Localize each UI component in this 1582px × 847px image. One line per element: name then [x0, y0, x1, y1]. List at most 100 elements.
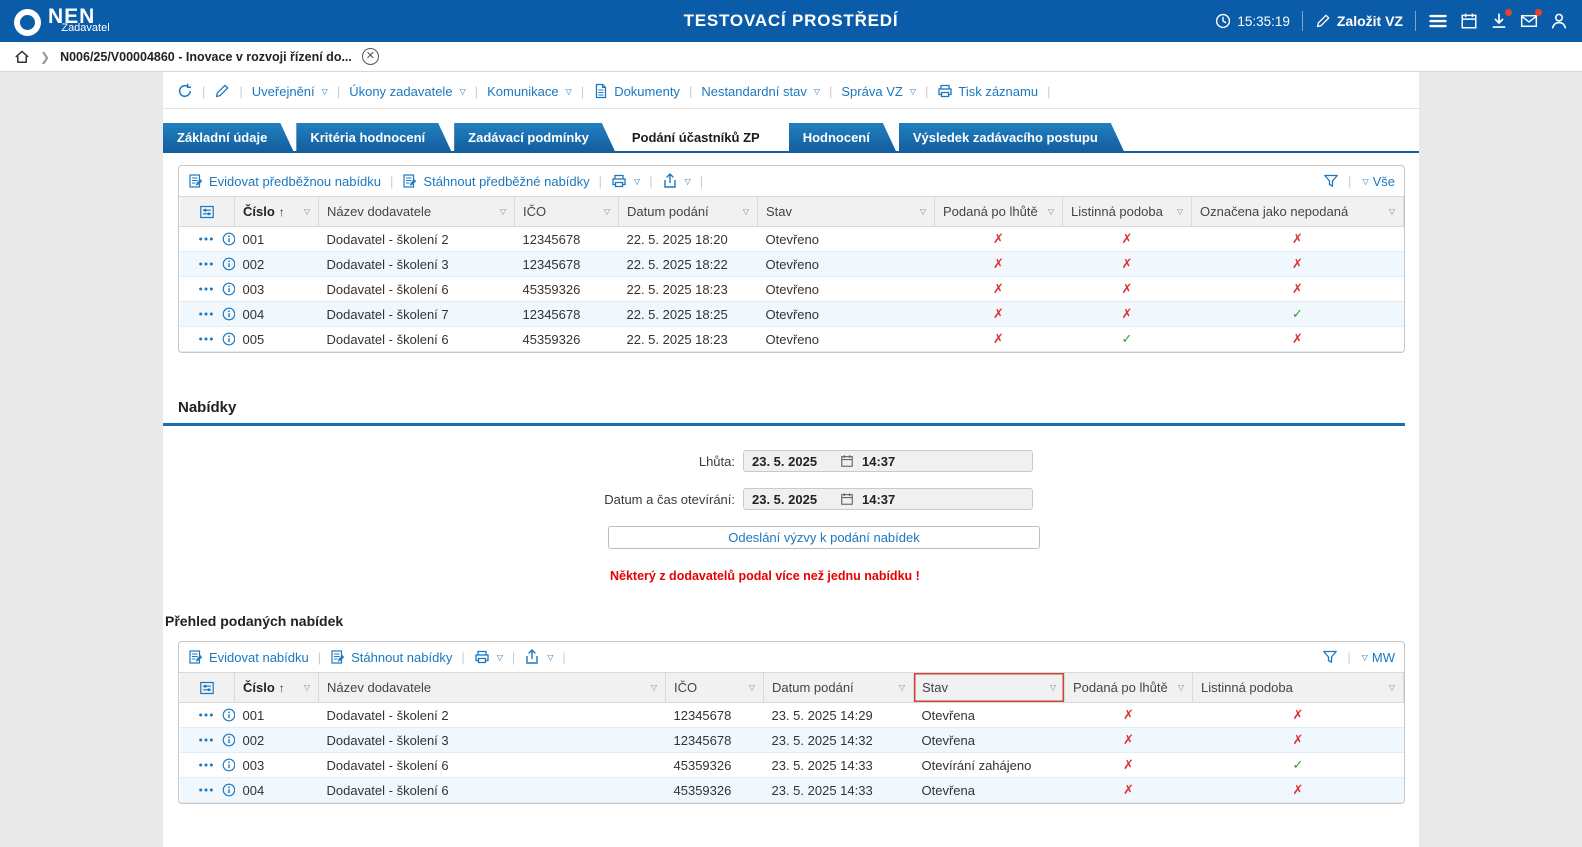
tab-kriteria-hodnoceni[interactable]: Kritéria hodnocení [296, 123, 451, 151]
header-datum-podani[interactable]: Datum podání▽ [619, 197, 758, 227]
odeslani-vyzvy-button[interactable]: Odeslání výzvy k podání nabídek [608, 526, 1040, 549]
header-nazev-dodavatele[interactable]: Název dodavatele▽ [319, 673, 666, 703]
table-row[interactable]: 003 Dodavatel - školení 6 45359326 22. 5… [180, 277, 1404, 302]
export-menu-button[interactable]: ▽ [662, 173, 691, 189]
filter-caret-icon[interactable]: ▽ [1385, 683, 1395, 692]
stahnout-predbezne-nabidky-button[interactable]: Stáhnout předběžné nabídky [402, 173, 589, 189]
lhuta-time-input[interactable]: 14:37 [862, 454, 895, 469]
export-menu-button[interactable]: ▽ [524, 649, 553, 665]
home-icon[interactable] [14, 49, 30, 65]
menu-nestandardni-stav[interactable]: Nestandardní stav▽ [701, 84, 820, 99]
filter-caret-icon[interactable]: ▽ [600, 207, 610, 216]
table-row[interactable]: 004 Dodavatel - školení 6 45359326 23. 5… [180, 778, 1404, 803]
edit-record-icon[interactable] [214, 83, 230, 99]
print-menu-button[interactable]: ▽ [611, 173, 640, 189]
tab-zadavaci-podminky[interactable]: Zadávací podmínky [454, 123, 615, 151]
user-icon[interactable] [1550, 12, 1568, 30]
row-menu-icon[interactable] [198, 737, 214, 743]
download-icon[interactable] [1490, 12, 1508, 30]
close-record-icon[interactable]: ✕ [362, 48, 379, 65]
info-icon[interactable] [222, 733, 235, 747]
calendar-icon[interactable] [840, 454, 854, 468]
info-icon[interactable] [222, 783, 235, 797]
header-datum-podani[interactable]: Datum podání▽ [764, 673, 914, 703]
column-settings-header[interactable] [180, 673, 235, 703]
filter-icon[interactable] [1323, 173, 1339, 189]
breadcrumb-item[interactable]: N006/25/V00004860 - Inovace v rozvoji ří… [60, 50, 352, 64]
filter-caret-icon[interactable]: ▽ [895, 683, 905, 692]
tab-hodnoceni[interactable]: Hodnocení [789, 123, 896, 151]
header-podana-po-lhute[interactable]: Podaná po lhůtě▽ [1065, 673, 1193, 703]
header-stav-flagged[interactable]: Stav▽ [914, 673, 1065, 703]
evidovat-predbeznou-nabidku-button[interactable]: Evidovat předběžnou nabídku [188, 173, 381, 189]
table-row[interactable]: 005 Dodavatel - školení 6 45359326 22. 5… [180, 327, 1404, 352]
menu-icon[interactable] [1428, 11, 1448, 31]
filter-caret-icon[interactable]: ▽ [1173, 207, 1183, 216]
row-menu-icon[interactable] [198, 236, 214, 242]
info-icon[interactable] [222, 708, 235, 722]
info-icon[interactable] [222, 332, 235, 346]
table-row[interactable]: 001 Dodavatel - školení 2 12345678 23. 5… [180, 703, 1404, 728]
column-settings-header[interactable] [180, 197, 235, 227]
menu-dokumenty[interactable]: Dokumenty [593, 83, 680, 99]
menu-tisk-zaznamu[interactable]: Tisk záznamu [937, 83, 1038, 99]
filter-caret-icon[interactable]: ▽ [916, 207, 926, 216]
create-vz-button[interactable]: Založit VZ [1315, 13, 1403, 29]
filter-caret-icon[interactable]: ▽ [300, 207, 310, 216]
calendar-icon[interactable] [1460, 12, 1478, 30]
row-menu-icon[interactable] [198, 286, 214, 292]
header-cislo[interactable]: Číslo↑▽ [235, 197, 319, 227]
header-stav[interactable]: Stav▽ [758, 197, 935, 227]
header-listinna-podoba[interactable]: Listinná podoba▽ [1193, 673, 1404, 703]
tab-vysledek-zadavaciho-postupu[interactable]: Výsledek zadávacího postupu [899, 123, 1124, 151]
info-icon[interactable] [222, 758, 235, 772]
filter-caret-icon[interactable]: ▽ [1046, 683, 1056, 692]
filter-caret-icon[interactable]: ▽ [745, 683, 755, 692]
menu-sprava-vz[interactable]: Správa VZ▽ [841, 84, 916, 99]
row-menu-icon[interactable] [198, 261, 214, 267]
header-listinna-podoba[interactable]: Listinná podoba▽ [1063, 197, 1192, 227]
tab-podani-ucastniku-zp[interactable]: Podání účastníků ZP [618, 123, 786, 151]
header-ico[interactable]: IČO▽ [666, 673, 764, 703]
menu-ukony-zadavatele[interactable]: Úkony zadavatele▽ [349, 84, 466, 99]
oteviranai-field[interactable]: 23. 5. 2025 14:37 [743, 488, 1033, 510]
lhuta-date-input[interactable]: 23. 5. 2025 [752, 454, 832, 469]
filter-caret-icon[interactable]: ▽ [300, 683, 310, 692]
tab-zakladni-udaje[interactable]: Základní údaje [163, 123, 293, 151]
info-icon[interactable] [222, 232, 235, 246]
table-row[interactable]: 004 Dodavatel - školení 7 12345678 22. 5… [180, 302, 1404, 327]
filter-caret-icon[interactable]: ▽ [1174, 683, 1184, 692]
filter-caret-icon[interactable]: ▽ [647, 683, 657, 692]
table-row[interactable]: 001 Dodavatel - školení 2 12345678 22. 5… [180, 227, 1404, 252]
header-podana-po-lhute[interactable]: Podaná po lhůtě▽ [935, 197, 1063, 227]
header-ico[interactable]: IČO▽ [515, 197, 619, 227]
table-row[interactable]: 002 Dodavatel - školení 3 12345678 23. 5… [180, 728, 1404, 753]
header-oznacena-jako-nepodana[interactable]: Označena jako nepodaná▽ [1192, 197, 1404, 227]
oteviranai-date-input[interactable]: 23. 5. 2025 [752, 492, 832, 507]
info-icon[interactable] [222, 257, 235, 271]
filter-caret-icon[interactable]: ▽ [1385, 207, 1395, 216]
row-menu-icon[interactable] [198, 336, 214, 342]
evidovat-nabidku-button[interactable]: Evidovat nabídku [188, 649, 309, 665]
view-selector[interactable]: ▽MW [1360, 650, 1395, 665]
stahnout-nabidky-button[interactable]: Stáhnout nabídky [330, 649, 452, 665]
info-icon[interactable] [222, 282, 235, 296]
table-row[interactable]: 003 Dodavatel - školení 6 45359326 23. 5… [180, 753, 1404, 778]
menu-uverejneni[interactable]: Uveřejnění▽ [252, 84, 328, 99]
filter-caret-icon[interactable]: ▽ [496, 207, 506, 216]
info-icon[interactable] [222, 307, 235, 321]
filter-caret-icon[interactable]: ▽ [739, 207, 749, 216]
mail-icon[interactable] [1520, 12, 1538, 30]
header-cislo[interactable]: Číslo↑▽ [235, 673, 319, 703]
row-menu-icon[interactable] [198, 311, 214, 317]
oteviranai-time-input[interactable]: 14:37 [862, 492, 895, 507]
filter-caret-icon[interactable]: ▽ [1044, 207, 1054, 216]
table-row[interactable]: 002 Dodavatel - školení 3 12345678 22. 5… [180, 252, 1404, 277]
filter-icon[interactable] [1322, 649, 1338, 665]
menu-komunikace[interactable]: Komunikace▽ [487, 84, 572, 99]
view-selector[interactable]: ▽Vše [1360, 174, 1395, 189]
row-menu-icon[interactable] [198, 712, 214, 718]
row-menu-icon[interactable] [198, 787, 214, 793]
calendar-icon[interactable] [840, 492, 854, 506]
row-menu-icon[interactable] [198, 762, 214, 768]
